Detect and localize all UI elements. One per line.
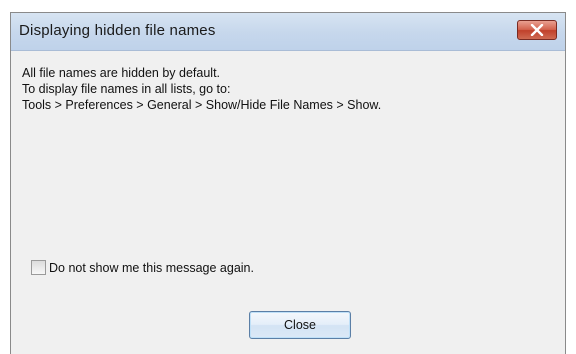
close-x-glyph — [530, 24, 544, 36]
title-bar[interactable]: Displaying hidden file names — [11, 13, 565, 51]
dont-show-again-row[interactable]: Do not show me this message again. — [31, 260, 254, 275]
dialog-title: Displaying hidden file names — [19, 22, 216, 39]
dialog-window: Displaying hidden file names All file na… — [10, 12, 566, 354]
message-line-1: All file names are hidden by default. — [22, 66, 221, 80]
message-text: All file names are hidden by default. To… — [22, 65, 381, 113]
close-icon[interactable] — [517, 20, 557, 40]
message-line-2: To display file names in all lists, go t… — [22, 82, 231, 96]
dont-show-again-label[interactable]: Do not show me this message again. — [49, 261, 254, 275]
message-line-3: Tools > Preferences > General > Show/Hid… — [22, 98, 382, 112]
dont-show-again-checkbox[interactable] — [31, 260, 46, 275]
close-button[interactable]: Close — [249, 311, 351, 339]
